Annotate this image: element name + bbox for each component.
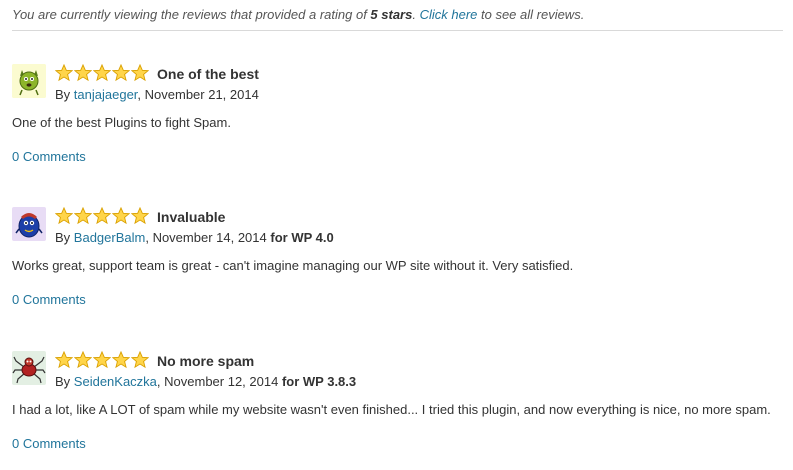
star-icon — [131, 64, 149, 82]
see-all-reviews-link[interactable]: Click here — [420, 7, 478, 22]
notice-rating: 5 stars — [370, 7, 413, 22]
star-icon — [131, 207, 149, 225]
review-byline: By BadgerBalm, November 14, 2014 for WP … — [55, 230, 334, 246]
review-wp-version: for WP 3.8.3 — [281, 374, 357, 389]
byline-by: By — [55, 230, 74, 245]
notice-middle: . — [412, 7, 420, 22]
review-body: Works great, support team is great - can… — [12, 258, 574, 273]
notice-suffix: to see all reviews. — [477, 7, 585, 22]
review-body: I had a lot, like A LOT of spam while my… — [12, 402, 771, 417]
review-byline: By SeidenKaczka, November 12, 2014 for W… — [55, 374, 356, 390]
review-comments-link[interactable]: 0 Comments — [12, 291, 86, 309]
review-title: One of the best — [157, 66, 259, 82]
notice-prefix: You are currently viewing the reviews th… — [12, 7, 371, 22]
rating-filter-notice: You are currently viewing the reviews th… — [12, 6, 783, 31]
review-item: One of the best By tanjajaeger, November… — [12, 64, 787, 174]
star-icon — [93, 64, 111, 82]
star-icon — [112, 64, 130, 82]
star-rating — [55, 351, 149, 369]
review-author-link[interactable]: SeidenKaczka — [74, 374, 157, 389]
star-rating — [55, 64, 149, 82]
review-date: , November 14, 2014 — [145, 230, 271, 245]
review-author-link[interactable]: tanjajaeger — [74, 87, 138, 102]
red-spider-avatar-icon — [12, 351, 46, 385]
star-icon — [93, 351, 111, 369]
star-icon — [74, 207, 92, 225]
review-byline: By tanjajaeger, November 21, 2014 — [55, 87, 259, 103]
green-monster-avatar-icon — [12, 64, 46, 98]
star-icon — [74, 351, 92, 369]
star-icon — [112, 207, 130, 225]
review-title: No more spam — [157, 353, 255, 369]
star-icon — [112, 351, 130, 369]
star-icon — [55, 351, 73, 369]
star-rating — [55, 207, 149, 225]
review-item: No more spam By SeidenKaczka, November 1… — [12, 351, 787, 461]
byline-by: By — [55, 374, 74, 389]
review-date: , November 21, 2014 — [137, 87, 259, 102]
review-body: One of the best Plugins to fight Spam. — [12, 115, 231, 130]
review-comments-link[interactable]: 0 Comments — [12, 148, 86, 166]
review-comments-link[interactable]: 0 Comments — [12, 435, 86, 453]
review-title: Invaluable — [157, 209, 226, 225]
star-icon — [131, 351, 149, 369]
star-icon — [55, 64, 73, 82]
star-icon — [74, 64, 92, 82]
review-wp-version: for WP 4.0 — [270, 230, 334, 245]
review-author-link[interactable]: BadgerBalm — [74, 230, 146, 245]
review-date: , November 12, 2014 — [156, 374, 282, 389]
star-icon — [93, 207, 111, 225]
blue-monster-avatar-icon — [12, 207, 46, 241]
byline-by: By — [55, 87, 74, 102]
star-icon — [55, 207, 73, 225]
review-item: Invaluable By BadgerBalm, November 14, 2… — [12, 207, 787, 317]
